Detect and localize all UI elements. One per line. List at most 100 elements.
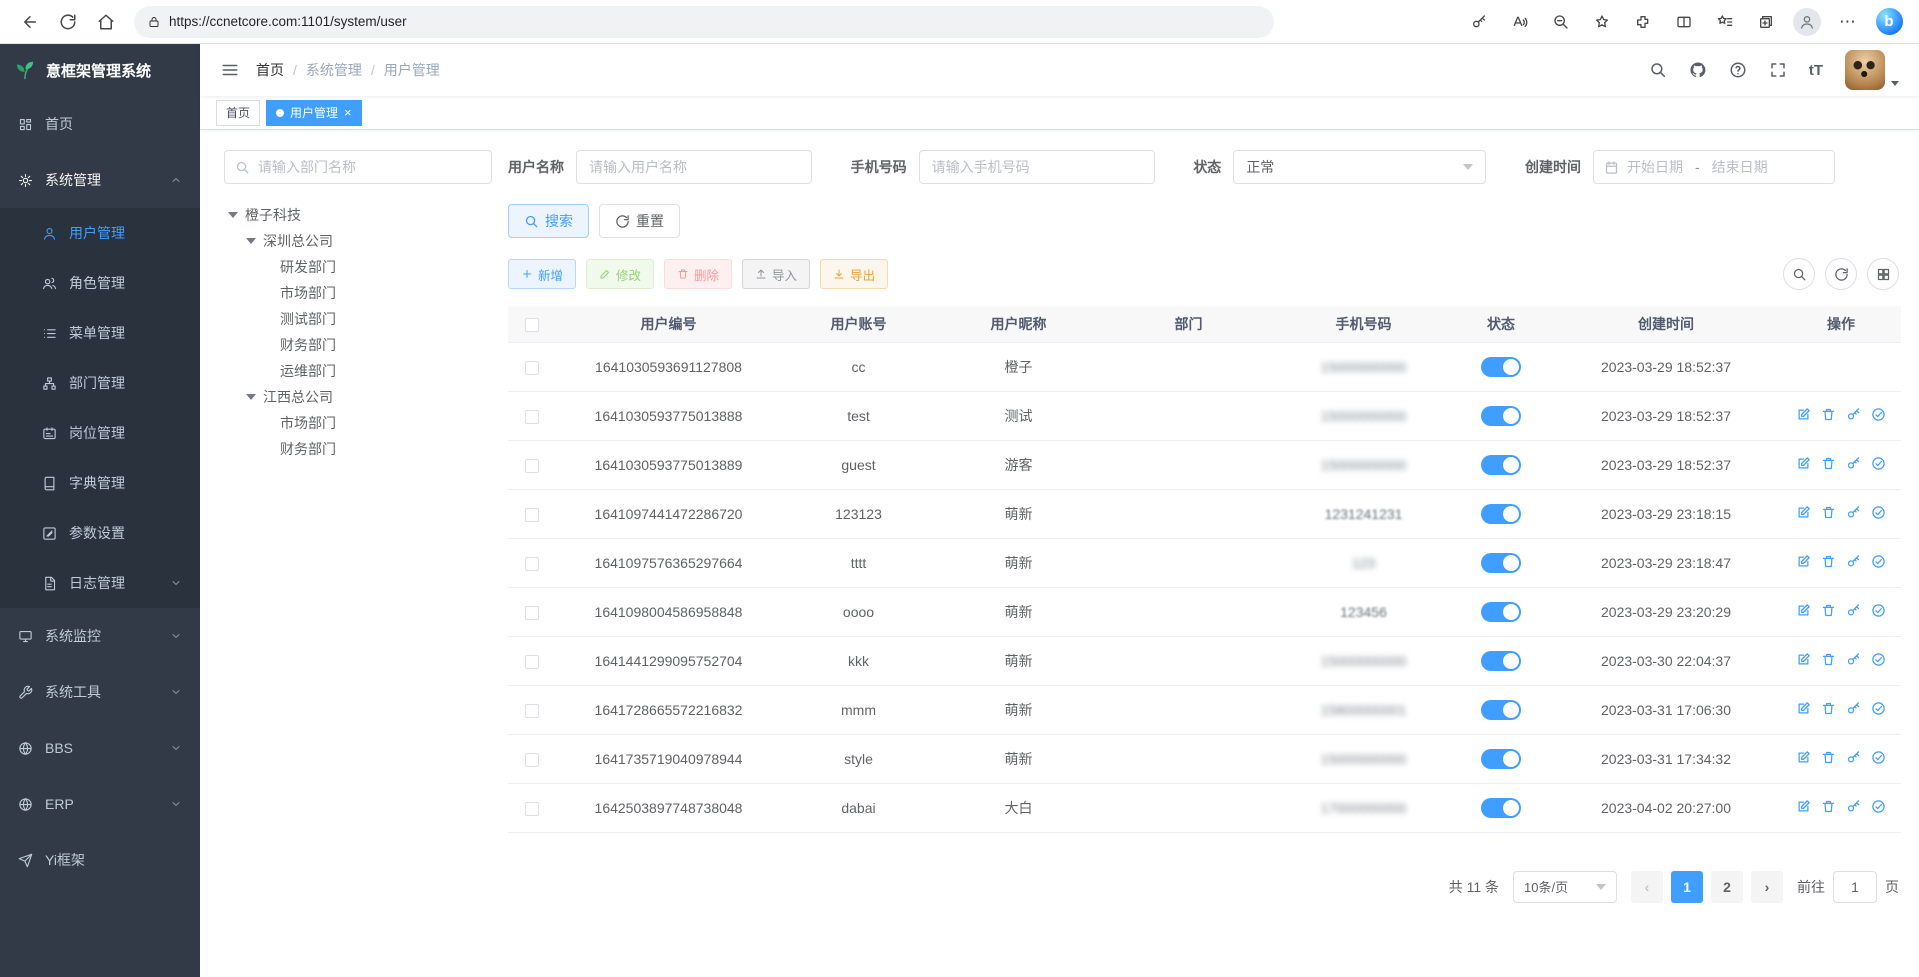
- username-input[interactable]: [576, 150, 812, 184]
- goto-page-input[interactable]: [1833, 871, 1877, 903]
- page-button-1[interactable]: 1: [1671, 871, 1703, 903]
- breadcrumb-home[interactable]: 首页: [256, 60, 284, 80]
- sidebar-item-dictionary[interactable]: 字典管理: [0, 458, 200, 508]
- delete-icon[interactable]: [1821, 652, 1836, 667]
- column-settings-button[interactable]: [1867, 258, 1899, 290]
- sidebar-toggle-button[interactable]: [212, 52, 248, 88]
- address-bar[interactable]: https://ccnetcore.com:1101/system/user: [134, 6, 1274, 38]
- status-select[interactable]: 正常: [1233, 150, 1486, 184]
- delete-icon[interactable]: [1821, 407, 1836, 422]
- reset-password-icon[interactable]: [1846, 701, 1861, 716]
- delete-icon[interactable]: [1821, 505, 1836, 520]
- password-key-button[interactable]: [1461, 5, 1497, 39]
- status-toggle[interactable]: [1481, 602, 1521, 622]
- sidebar-item-tools[interactable]: 系统工具: [0, 664, 200, 720]
- reset-button[interactable]: 重置: [599, 204, 680, 238]
- row-checkbox[interactable]: [525, 606, 539, 620]
- row-checkbox[interactable]: [525, 508, 539, 522]
- status-toggle[interactable]: [1481, 553, 1521, 573]
- add-button[interactable]: 新增: [508, 259, 576, 289]
- sidebar-item-monitoring[interactable]: 系统监控: [0, 608, 200, 664]
- status-toggle[interactable]: [1481, 700, 1521, 720]
- assign-role-icon[interactable]: [1871, 603, 1886, 618]
- delete-button[interactable]: 删除: [664, 259, 732, 289]
- status-toggle[interactable]: [1481, 651, 1521, 671]
- fullscreen-button[interactable]: [1769, 61, 1787, 79]
- tag-close-icon[interactable]: ×: [344, 106, 352, 119]
- delete-icon[interactable]: [1821, 750, 1836, 765]
- assign-role-icon[interactable]: [1871, 505, 1886, 520]
- delete-icon[interactable]: [1821, 603, 1836, 618]
- header-search-button[interactable]: [1649, 61, 1667, 79]
- import-button[interactable]: 导入: [742, 259, 810, 289]
- status-toggle[interactable]: [1481, 798, 1521, 818]
- assign-role-icon[interactable]: [1871, 407, 1886, 422]
- add-favorite-button[interactable]: [1584, 5, 1620, 39]
- assign-role-icon[interactable]: [1871, 701, 1886, 716]
- tree-node[interactable]: 测试部门: [224, 306, 492, 332]
- row-checkbox[interactable]: [525, 704, 539, 718]
- department-search-input[interactable]: [258, 159, 481, 175]
- sidebar-item-parameters[interactable]: 参数设置: [0, 508, 200, 558]
- reset-password-icon[interactable]: [1846, 505, 1861, 520]
- edit-icon[interactable]: [1796, 554, 1811, 569]
- search-button[interactable]: 搜索: [508, 204, 589, 238]
- status-toggle[interactable]: [1481, 504, 1521, 524]
- sidebar-item-erp[interactable]: ERP: [0, 776, 200, 832]
- status-toggle[interactable]: [1481, 455, 1521, 475]
- help-button[interactable]: [1729, 61, 1747, 79]
- edit-icon[interactable]: [1796, 603, 1811, 618]
- row-checkbox[interactable]: [525, 753, 539, 767]
- reset-password-icon[interactable]: [1846, 407, 1861, 422]
- sidebar-item-roles[interactable]: 角色管理: [0, 258, 200, 308]
- export-button[interactable]: 导出: [820, 259, 888, 289]
- assign-role-icon[interactable]: [1871, 456, 1886, 471]
- read-aloud-button[interactable]: [1502, 5, 1538, 39]
- status-toggle[interactable]: [1481, 749, 1521, 769]
- edit-icon[interactable]: [1796, 505, 1811, 520]
- assign-role-icon[interactable]: [1871, 750, 1886, 765]
- browser-more-button[interactable]: ⋯: [1830, 5, 1866, 39]
- tree-expand-caret[interactable]: [246, 238, 256, 244]
- sidebar-item-system[interactable]: 系统管理: [0, 152, 200, 208]
- bing-discover-button[interactable]: b: [1871, 5, 1907, 39]
- edit-button[interactable]: 修改: [586, 259, 654, 289]
- sidebar-item-departments[interactable]: 部门管理: [0, 358, 200, 408]
- split-screen-button[interactable]: [1666, 5, 1702, 39]
- delete-icon[interactable]: [1821, 799, 1836, 814]
- refresh-table-button[interactable]: [1825, 258, 1857, 290]
- row-checkbox[interactable]: [525, 459, 539, 473]
- collections-button[interactable]: [1748, 5, 1784, 39]
- row-checkbox[interactable]: [525, 655, 539, 669]
- tree-node[interactable]: 橙子科技: [224, 202, 492, 228]
- edit-icon[interactable]: [1796, 456, 1811, 471]
- browser-back-button[interactable]: [12, 5, 48, 39]
- edit-icon[interactable]: [1796, 407, 1811, 422]
- sidebar-item-menus[interactable]: 菜单管理: [0, 308, 200, 358]
- tree-node[interactable]: 财务部门: [224, 332, 492, 358]
- tree-node[interactable]: 江西总公司: [224, 384, 492, 410]
- edit-icon[interactable]: [1796, 750, 1811, 765]
- phone-input[interactable]: [919, 150, 1155, 184]
- sidebar-item-users[interactable]: 用户管理: [0, 208, 200, 258]
- date-range-picker[interactable]: 开始日期 - 结束日期: [1593, 150, 1835, 184]
- sidebar-item-home[interactable]: 首页: [0, 96, 200, 152]
- page-size-select[interactable]: 10条/页: [1513, 871, 1617, 903]
- assign-role-icon[interactable]: [1871, 554, 1886, 569]
- tree-node[interactable]: 深圳总公司: [224, 228, 492, 254]
- row-checkbox[interactable]: [525, 361, 539, 375]
- tree-expand-caret[interactable]: [246, 394, 256, 400]
- status-toggle[interactable]: [1481, 406, 1521, 426]
- sidebar-item-logs[interactable]: 日志管理: [0, 558, 200, 608]
- edit-icon[interactable]: [1796, 652, 1811, 667]
- github-button[interactable]: [1689, 61, 1707, 79]
- font-size-button[interactable]: tT: [1809, 62, 1823, 79]
- reset-password-icon[interactable]: [1846, 750, 1861, 765]
- reset-password-icon[interactable]: [1846, 456, 1861, 471]
- tree-node[interactable]: 研发部门: [224, 254, 492, 280]
- reset-password-icon[interactable]: [1846, 799, 1861, 814]
- tag-user-management[interactable]: 用户管理 ×: [266, 100, 362, 126]
- browser-refresh-button[interactable]: [50, 5, 86, 39]
- status-toggle[interactable]: [1481, 357, 1521, 377]
- delete-icon[interactable]: [1821, 554, 1836, 569]
